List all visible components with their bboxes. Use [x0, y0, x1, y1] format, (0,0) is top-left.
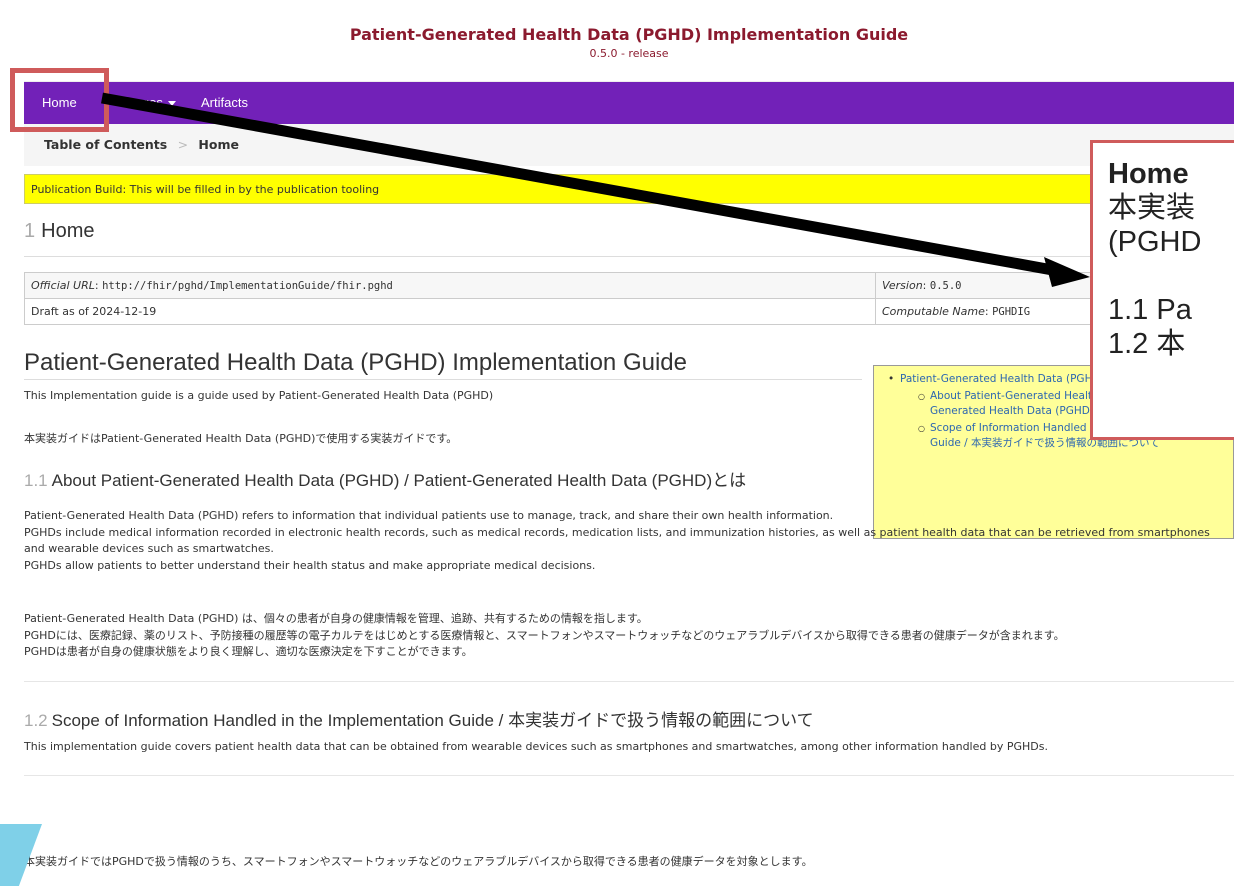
callout-spacer	[1108, 259, 1234, 293]
nav-pages[interactable]: Pages	[126, 95, 176, 110]
guide-title: Patient-Generated Health Data (PGHD) Imp…	[24, 349, 687, 376]
about-text-en: Patient-Generated Health Data (PGHD) ref…	[24, 508, 1224, 574]
heading-divider	[24, 256, 1234, 257]
breadcrumb-separator: >	[177, 137, 189, 152]
site-header: Patient-Generated Health Data (PGHD) Imp…	[24, 24, 1234, 82]
computable-name-label: Computable Name	[882, 305, 985, 318]
table-row: Official URL: http://fhir/pghd/Implement…	[24, 272, 1234, 299]
computable-name-value: PGHDIG	[992, 306, 1031, 318]
version-value: 0.5.0	[929, 280, 962, 292]
breadcrumb-current: Home	[198, 137, 239, 152]
about-text-ja: Patient-Generated Health Data (PGHD) は、個…	[24, 611, 1224, 661]
callout-item-2: 1.2 本	[1108, 328, 1186, 360]
page: Patient-Generated Health Data (PGHD) Imp…	[0, 0, 1234, 886]
scope-text-ja: 本実装ガイドではPGHDで扱う情報のうち、スマートフォンやスマートウォッチなどの…	[24, 855, 813, 868]
callout-item-1: 1.1 Pa	[1108, 294, 1192, 326]
annotation-callout: Home 本実装 (PGHD 1.1 Pa 1.2 本	[1090, 140, 1234, 440]
page-heading-number: 1	[24, 220, 36, 242]
callout-line-1: 本実装	[1108, 192, 1196, 224]
about-heading: 1.1 About Patient-Generated Health Data (…	[24, 470, 844, 491]
official-url-cell: Official URL: http://fhir/pghd/Implement…	[24, 272, 876, 299]
intro-text-en: This Implementation guide is a guide use…	[24, 389, 494, 402]
scope-heading-title: Scope of Information Handled in the Impl…	[51, 711, 814, 730]
about-ja-line-2: PGHDには、医療記録、薬のリスト、予防接種の履歴等の電子カルテをはじめとする医…	[24, 628, 1065, 642]
publication-banner: Publication Build: This will be filled i…	[24, 174, 1234, 204]
page-heading-title: Home	[41, 220, 95, 242]
main-nav: Home Pages Artifacts	[24, 82, 1234, 124]
metadata-table: Official URL: http://fhir/pghd/Implement…	[24, 272, 1234, 325]
official-url-label: Official URL	[31, 279, 95, 292]
about-ja-line-1: Patient-Generated Health Data (PGHD) は、個…	[24, 612, 648, 625]
official-url-value: http://fhir/pghd/ImplementationGuide/fhi…	[102, 280, 393, 292]
draft-cell: Draft as of 2024-12-19	[24, 298, 876, 325]
table-row: Draft as of 2024-12-19 Computable Name: …	[24, 298, 1234, 325]
callout-title: Home	[1108, 158, 1189, 190]
about-en-line-2: PGHDs include medical information record…	[24, 525, 1210, 556]
page-heading: 1 Home	[24, 220, 94, 243]
about-ja-line-3: PGHDは患者が自身の健康状態をより良く理解し、適切な医療決定を下すことができま…	[24, 645, 473, 658]
callout-content: Home 本実装 (PGHD 1.1 Pa 1.2 本	[1108, 157, 1234, 361]
about-en-line-3: PGHDs allow patients to better understan…	[24, 558, 596, 572]
scope-heading-number: 1.2	[24, 711, 48, 730]
intro-text-ja: 本実装ガイドはPatient-Generated Health Data (PG…	[24, 432, 458, 445]
version-label: Version	[882, 279, 923, 292]
about-en-line-1: Patient-Generated Health Data (PGHD) ref…	[24, 509, 834, 522]
home-highlight-box	[10, 68, 109, 132]
nav-pages-label: Pages	[126, 95, 163, 110]
caret-down-icon	[167, 101, 176, 107]
scope-divider	[24, 775, 1234, 776]
nav-artifacts[interactable]: Artifacts	[201, 95, 248, 110]
breadcrumb-toc-link[interactable]: Table of Contents	[44, 137, 167, 152]
site-title[interactable]: Patient-Generated Health Data (PGHD) Imp…	[24, 25, 1234, 44]
about-divider	[24, 681, 1234, 682]
scope-heading: 1.2 Scope of Information Handled in the I…	[24, 710, 814, 731]
about-heading-title: About Patient-Generated Health Data (PGH…	[51, 471, 747, 490]
callout-line-2: (PGHD	[1108, 226, 1202, 258]
about-heading-number: 1.1	[24, 471, 48, 490]
scope-text-en: This implementation guide covers patient…	[24, 740, 1048, 753]
site-version: 0.5.0 - release	[589, 47, 669, 60]
guide-title-divider	[24, 379, 862, 380]
breadcrumb: Table of Contents > Home	[24, 124, 1234, 166]
